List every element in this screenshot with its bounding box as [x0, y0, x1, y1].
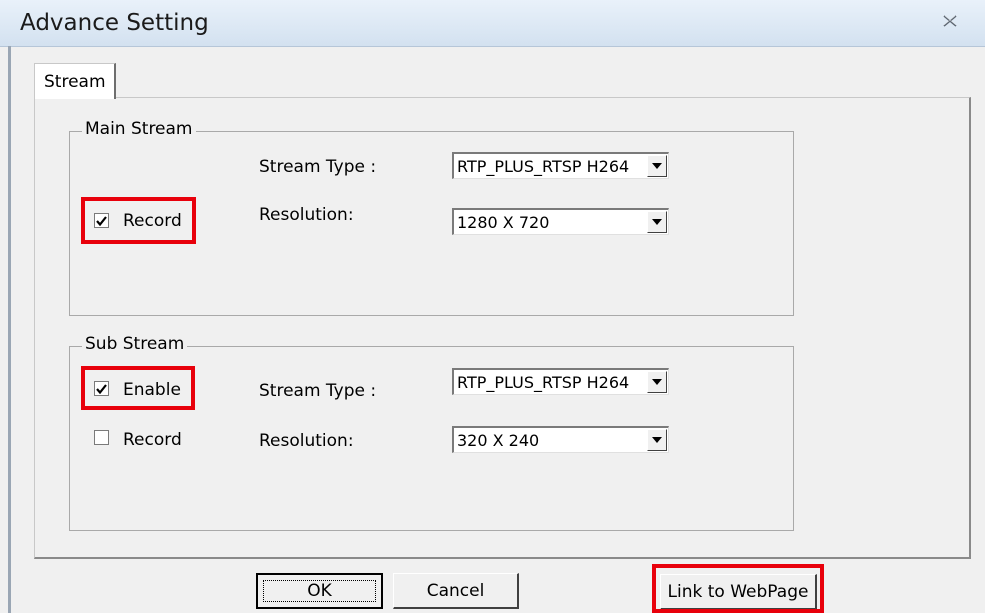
sub-record-checkbox[interactable] — [94, 430, 109, 445]
cancel-button[interactable]: Cancel — [393, 573, 519, 609]
close-icon[interactable] — [939, 10, 961, 32]
sub-stream-type-dropdown[interactable] — [647, 371, 667, 393]
chevron-down-icon — [652, 219, 662, 225]
sub-resolution-value: 320 X 240 — [457, 431, 540, 450]
main-record-checkbox[interactable] — [94, 213, 109, 228]
window-border — [8, 46, 11, 613]
link-to-webpage-button[interactable]: Link to WebPage — [660, 574, 817, 610]
main-stream-legend: Main Stream — [82, 119, 196, 139]
main-stream-type-select[interactable]: RTP_PLUS_RTSP H264 — [452, 152, 669, 179]
sub-enable-label: Enable — [123, 380, 181, 400]
main-resolution-dropdown[interactable] — [647, 211, 667, 233]
cancel-button-label: Cancel — [426, 580, 485, 601]
main-resolution-select[interactable]: 1280 X 720 — [452, 208, 669, 235]
ok-button[interactable]: OK — [256, 573, 383, 609]
main-stream-type-label: Stream Type : — [259, 157, 377, 177]
advance-setting-dialog: Advance Setting Stream Main Stream Strea… — [0, 0, 985, 613]
sub-stream-type-value: RTP_PLUS_RTSP H264 — [457, 373, 630, 392]
sub-resolution-dropdown[interactable] — [647, 429, 667, 451]
main-stream-type-value: RTP_PLUS_RTSP H264 — [457, 157, 630, 176]
ok-button-label: OK — [307, 581, 332, 601]
main-resolution-value: 1280 X 720 — [457, 213, 550, 232]
main-record-label: Record — [123, 211, 182, 231]
chevron-down-icon — [652, 437, 662, 443]
title-bar: Advance Setting — [0, 0, 985, 47]
window-title: Advance Setting — [20, 10, 209, 36]
checkmark-icon — [96, 383, 107, 394]
sub-stream-type-label: Stream Type : — [259, 381, 377, 401]
main-stream-type-dropdown[interactable] — [647, 155, 667, 177]
link-to-webpage-label: Link to WebPage — [667, 581, 809, 602]
sub-resolution-select[interactable]: 320 X 240 — [452, 426, 669, 453]
sub-record-label: Record — [123, 430, 182, 450]
chevron-down-icon — [652, 379, 662, 385]
sub-stream-legend: Sub Stream — [82, 334, 188, 354]
main-resolution-label: Resolution: — [259, 205, 354, 225]
tab-stream[interactable]: Stream — [34, 63, 116, 99]
tab-stream-label: Stream — [44, 72, 106, 92]
sub-resolution-label: Resolution: — [259, 431, 354, 451]
checkmark-icon — [96, 215, 107, 226]
sub-stream-type-select[interactable]: RTP_PLUS_RTSP H264 — [452, 368, 669, 395]
chevron-down-icon — [652, 163, 662, 169]
sub-enable-checkbox[interactable] — [94, 381, 109, 396]
